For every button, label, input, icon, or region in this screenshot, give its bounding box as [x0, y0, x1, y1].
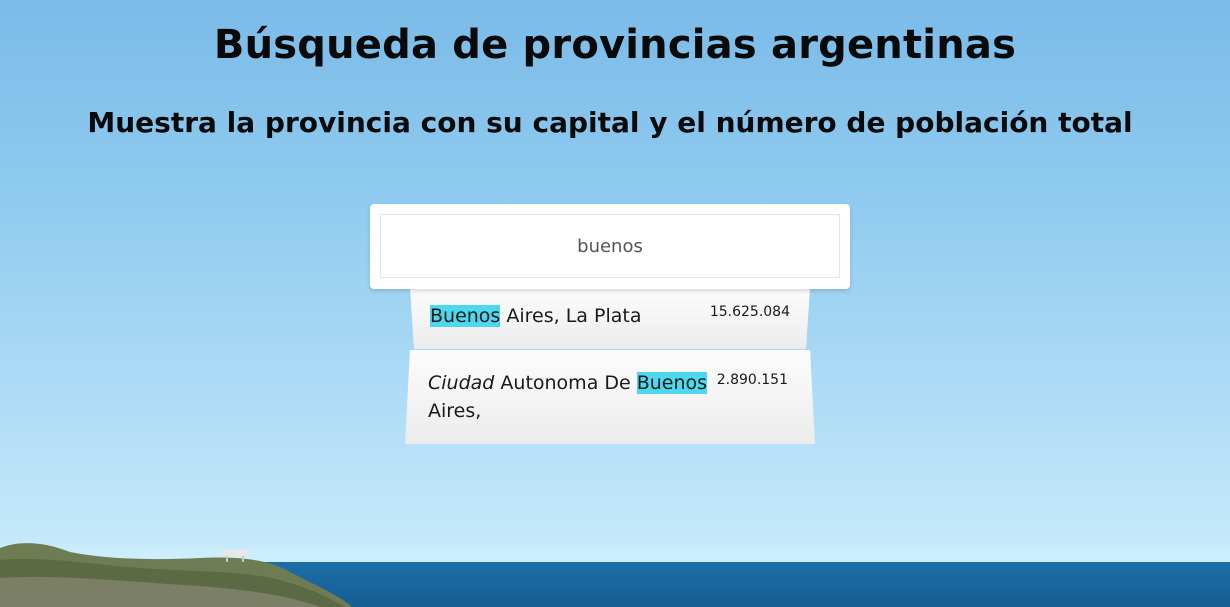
suggestion-name-rest: Aires, [428, 400, 482, 422]
search-form [370, 204, 850, 289]
match-highlight: Buenos [636, 372, 708, 394]
match-highlight: Buenos [430, 305, 501, 327]
suggestions-list: Buenos Aires, La Plata 15.625.084 Ciudad… [0, 0, 1230, 607]
coastal-hill-image [0, 543, 352, 607]
suggestion-name-middle: Autonoma De [494, 372, 637, 394]
suggestion-name: Ciudad Autonoma De Buenos Aires, [428, 369, 718, 425]
suggestion-population: 2.890.151 [716, 372, 788, 388]
suggestion-name-rest: Aires, La Plata [500, 305, 642, 327]
suggestion-population: 15.625.084 [709, 304, 790, 320]
suggestion-name-prefix: Ciudad [428, 372, 495, 394]
suggestion-item[interactable]: Buenos Aires, La Plata 15.625.084 [410, 289, 810, 349]
suggestion-name: Buenos Aires, La Plata [430, 302, 700, 330]
suggestion-item[interactable]: Ciudad Autonoma De Buenos Aires, 2.890.1… [405, 350, 815, 444]
page-subtitle: Muestra la provincia con su capital y el… [87, 106, 1133, 139]
search-input[interactable] [380, 214, 840, 278]
page-title: Búsqueda de provincias argentinas [213, 22, 1017, 68]
